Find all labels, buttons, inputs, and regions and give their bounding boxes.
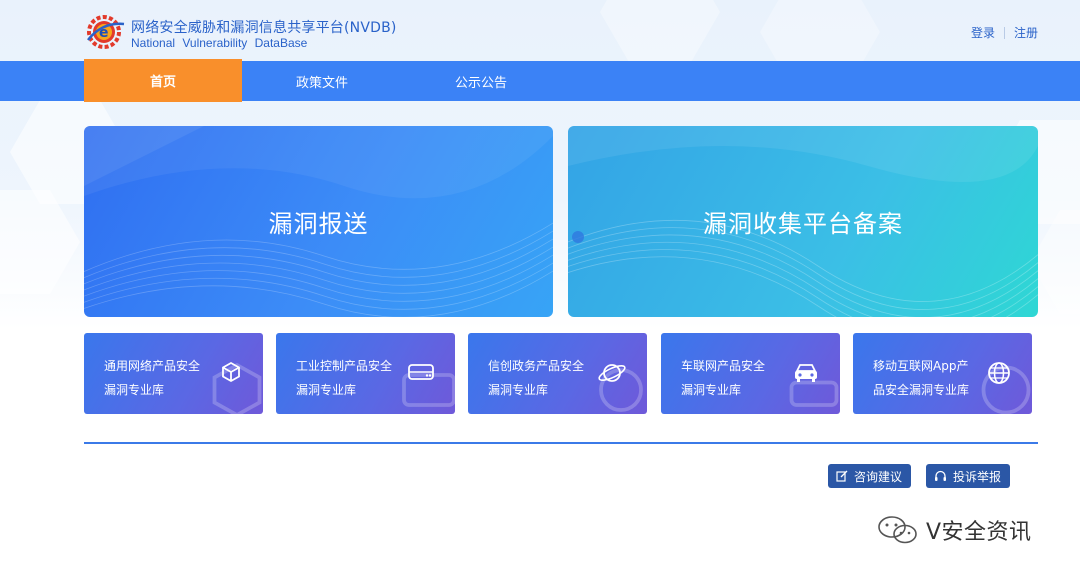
wechat-watermark: V安全资讯 (876, 513, 1032, 547)
card-line1: 移动互联网App产 (873, 359, 969, 373)
card-industrial-control-products[interactable]: 工业控制产品安全 漏洞专业库 (276, 333, 455, 414)
cube-icon (222, 361, 240, 383)
section-divider (84, 442, 1038, 444)
hero-label-filing: 漏洞收集平台备案 (703, 210, 903, 238)
consult-suggest-label: 咨询建议 (854, 469, 903, 484)
auth-links: 登录 注册 (971, 24, 1038, 41)
card-line2: 漏洞专业库 (296, 383, 357, 397)
card-general-network-products[interactable]: 通用网络产品安全 漏洞专业库 (84, 333, 263, 414)
hero-label-report: 漏洞报送 (268, 210, 369, 238)
card-line1: 通用网络产品安全 (104, 359, 201, 373)
card-line1: 信创政务产品安全 (488, 359, 585, 373)
vulnerability-report-card[interactable]: 漏洞报送 (84, 126, 553, 317)
register-link[interactable]: 注册 (1014, 24, 1038, 41)
card-line2: 漏洞专业库 (681, 383, 742, 397)
car-icon (795, 364, 817, 382)
login-link[interactable]: 登录 (971, 24, 995, 41)
nav-policy-documents[interactable]: 政策文件 (243, 61, 401, 101)
planet-icon (598, 364, 626, 382)
auth-divider (1003, 26, 1005, 39)
complaint-report-button[interactable]: 投诉举报 (926, 464, 1011, 488)
nav-announcements[interactable]: 公示公告 (402, 61, 560, 101)
headset-icon (934, 470, 947, 482)
card-line2: 漏洞专业库 (104, 383, 165, 397)
wechat-icon (878, 516, 917, 544)
card-line2: 漏洞专业库 (488, 383, 549, 397)
globe-icon (988, 362, 1010, 384)
consult-suggest-button[interactable]: 咨询建议 (828, 464, 912, 488)
complaint-report-label: 投诉举报 (953, 469, 1002, 484)
watermark-text: V安全资讯 (926, 520, 1032, 545)
card-line1: 车联网产品安全 (681, 359, 766, 373)
site-title-en: National Vulnerability DataBase (131, 36, 308, 50)
card-line2: 品安全漏洞专业库 (873, 383, 970, 397)
collection-platform-filing-card[interactable]: 漏洞收集平台备案 (568, 126, 1038, 317)
card-connected-vehicle-products[interactable]: 车联网产品安全 漏洞专业库 (661, 333, 840, 414)
nvdb-logo: e (87, 15, 125, 49)
card-line1: 工业控制产品安全 (296, 359, 393, 373)
card-xinchuang-government-products[interactable]: 信创政务产品安全 漏洞专业库 (468, 333, 647, 414)
edit-icon (836, 470, 848, 482)
site-title-cn: 网络安全威胁和漏洞信息共享平台(NVDB) (131, 20, 397, 36)
card-mobile-app-products[interactable]: 移动互联网App产 品安全漏洞专业库 (853, 333, 1032, 414)
site-header: e 网络安全威胁和漏洞信息共享平台(NVDB) National Vulnera… (0, 0, 1080, 61)
main-nav: 首页 政策文件 公示公告 (0, 59, 1080, 102)
nav-home[interactable]: 首页 (84, 59, 242, 102)
server-icon (408, 364, 434, 380)
